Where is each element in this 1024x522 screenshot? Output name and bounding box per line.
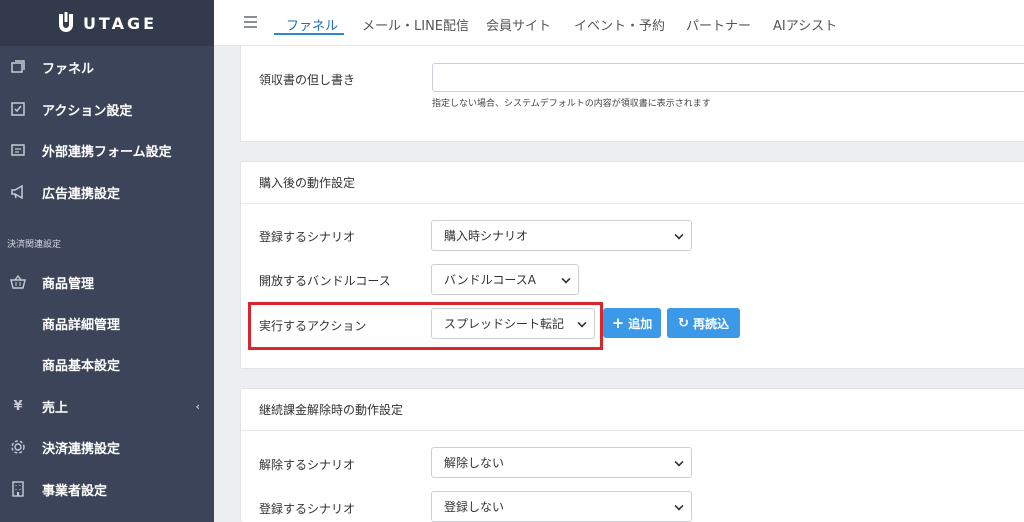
remove-scenario-label: 解除するシナリオ [259, 458, 356, 472]
sidebar-item-business-settings[interactable]: 事業者設定 [0, 469, 214, 509]
sidebar-item-ad-integration[interactable]: 広告連携設定 [0, 172, 214, 212]
tab-funnel[interactable]: ファネル [286, 15, 338, 34]
sidebar-item-product-management[interactable]: 商品管理 [0, 262, 214, 302]
sidebar-item-label: 広告連携設定 [42, 186, 121, 202]
tab-member-site[interactable]: 会員サイト [486, 15, 551, 34]
top-navigation: ファネル メール・LINE配信 会員サイト イベント・予約 パートナー AIアシ… [214, 0, 1024, 46]
brand-logo[interactable]: UTAGE [0, 0, 214, 46]
sidebar-item-label: ファネル [42, 61, 95, 77]
sidebar-section-caption: 決済関連設定 [7, 240, 62, 250]
bundle-label: 開放するバンドルコース [259, 274, 391, 288]
tab-event-reservation[interactable]: イベント・予約 [574, 15, 665, 34]
reload-button[interactable]: ↻ 再読込 [667, 308, 740, 338]
sidebar-item-label: 売上 [42, 400, 69, 416]
sidebar-item-action-settings[interactable]: アクション設定 [0, 89, 214, 129]
utage-logo-icon [58, 12, 73, 32]
highlight-box [248, 302, 603, 350]
bundle-select-value: バンドルコースA [444, 273, 536, 287]
chevron-down-icon [674, 457, 684, 467]
reload-button-label: 再読込 [692, 316, 729, 331]
plus-icon: + [611, 314, 625, 332]
receipt-label: 領収書の但し書き [259, 73, 356, 87]
sidebar-item-label: 決済連携設定 [42, 441, 121, 457]
megaphone-icon [10, 184, 26, 200]
receipt-card: 領収書の但し書き 指定しない場合、システムデフォルトの内容が領収書に表示されます [240, 46, 1024, 142]
refresh-icon: ↻ [678, 315, 689, 331]
scenario-select[interactable]: 購入時シナリオ [431, 220, 692, 251]
chevron-left-icon: ‹ [195, 399, 200, 413]
bundle-select[interactable]: バンドルコースA [431, 264, 579, 295]
register-scenario-value: 登録しない [444, 500, 505, 514]
sidebar-item-product-basic[interactable]: 商品基本設定 [0, 344, 214, 384]
scenario-label: 登録するシナリオ [259, 230, 356, 244]
basket-icon [10, 274, 26, 290]
tab-mail-line[interactable]: メール・LINE配信 [362, 15, 469, 34]
receipt-help-text: 指定しない場合、システムデフォルトの内容が領収書に表示されます [432, 99, 711, 109]
form-icon [10, 142, 26, 158]
sidebar-item-label: 商品管理 [42, 276, 95, 292]
receipt-note-input[interactable] [432, 63, 1024, 92]
sidebar-item-sales[interactable]: ¥ 売上 ‹ [0, 386, 214, 426]
subscription-cancel-title: 継続課金解除時の動作設定 [241, 389, 1024, 431]
chevron-down-icon [561, 274, 571, 284]
sidebar-item-label: 外部連携フォーム設定 [42, 144, 172, 160]
check-square-icon [10, 101, 26, 117]
add-button-label: 追加 [628, 316, 653, 331]
sidebar: UTAGE ファネル アクション設定 外部連携フォーム設定 広告連携設定 決済関… [0, 0, 214, 522]
chevron-down-icon [674, 230, 684, 240]
sidebar-item-label: 商品詳細管理 [42, 317, 121, 333]
active-tab-indicator [274, 33, 344, 35]
post-purchase-title: 購入後の動作設定 [241, 162, 1024, 204]
gear-icon [10, 439, 26, 455]
funnel-icon [10, 59, 26, 75]
remove-scenario-value: 解除しない [444, 456, 505, 470]
chevron-down-icon [674, 501, 684, 511]
sidebar-item-product-detail[interactable]: 商品詳細管理 [0, 303, 214, 343]
tab-partner[interactable]: パートナー [686, 15, 751, 34]
register-scenario-label: 登録するシナリオ [259, 502, 356, 516]
sidebar-item-funnel[interactable]: ファネル [0, 47, 214, 87]
yen-icon: ¥ [13, 398, 23, 414]
sidebar-item-payment-integration[interactable]: 決済連携設定 [0, 427, 214, 467]
tab-ai-assist[interactable]: AIアシスト [773, 15, 837, 34]
register-scenario-select[interactable]: 登録しない [431, 491, 692, 522]
sidebar-item-label: 商品基本設定 [42, 358, 121, 374]
add-button[interactable]: + 追加 [603, 308, 661, 338]
scenario-select-value: 購入時シナリオ [444, 229, 529, 243]
sidebar-item-label: アクション設定 [42, 103, 133, 119]
remove-scenario-select[interactable]: 解除しない [431, 447, 692, 478]
sidebar-item-label: 事業者設定 [42, 483, 108, 499]
sidebar-item-external-form[interactable]: 外部連携フォーム設定 [0, 130, 214, 170]
brand-name: UTAGE [82, 13, 158, 33]
building-icon [10, 481, 26, 497]
menu-toggle-icon[interactable] [244, 16, 257, 28]
